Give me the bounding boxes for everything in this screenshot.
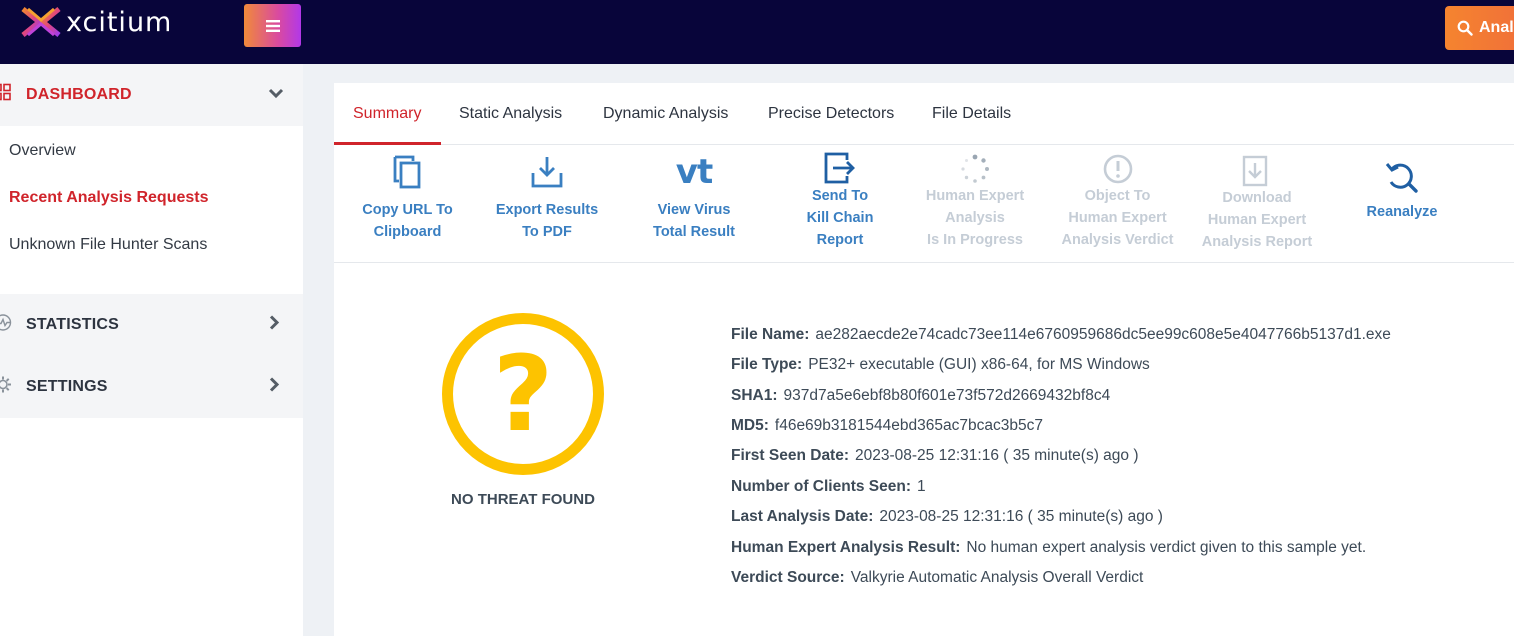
reanalyze-label: Reanalyze [1366,204,1438,220]
download-file-icon [1242,155,1268,187]
sidebar-dashboard-label: DASHBOARD [26,86,132,103]
export-pdf-button[interactable]: Export Results To PDF [492,153,602,243]
verdict-label: NO THREAT FOUND [451,491,595,508]
grid-icon [0,83,12,107]
info-number-of-clients: Number of Clients Seen: 1 [731,478,926,495]
info-first-seen-date: First Seen Date: 2023-08-25 12:31:16 ( 35… [731,447,1139,464]
tab-dynamic-analysis[interactable]: Dynamic Analysis [603,105,728,123]
view-virus-total-label: View Virus Total Result [653,202,735,240]
download-expert-report-label: Download Human Expert Analysis Report [1201,190,1313,250]
reanalyze-button[interactable]: Reanalyze [1352,159,1452,223]
sidebar: DASHBOARD Overview Recent Analysis Reque… [0,64,303,636]
analyze-button[interactable]: Anal [1445,6,1514,50]
sidebar-statistics-label: STATISTICS [26,316,119,333]
info-md5: MD5: f46e69b3181544ebd365ac7bcac3b5c7 [731,417,1043,434]
info-human-expert-result: Human Expert Analysis Result: No human ex… [731,539,1367,556]
sidebar-settings-label: SETTINGS [26,378,108,395]
search-icon [1457,20,1473,36]
top-bar: xcitium Anal [0,0,1514,64]
chevron-right-icon [268,377,280,398]
object-to-verdict-label: Object To Human Expert Analysis Verdict [1061,188,1174,248]
info-sha1: SHA1: 937d7a5e6ebf8b80f601e73f572d2669432… [731,387,1111,404]
copy-icon [393,155,420,189]
xcitium-logo-icon [21,7,61,37]
human-expert-analysis-label: Human Expert Analysis Is In Progress [925,188,1025,248]
alert-circle-icon [1103,154,1132,184]
reanalyze-icon [1385,163,1418,193]
info-verdict-source: Verdict Source: Valkyrie Automatic Analys… [731,569,1144,586]
copy-url-button[interactable]: Copy URL To Clipboard [354,153,461,243]
info-file-name: File Name: ae282aecde2e74cadc73ee114e6760… [731,326,1391,343]
human-expert-analysis-status: Human Expert Analysis Is In Progress [914,153,1036,251]
sidebar-item-overview[interactable]: Overview [9,142,76,160]
logo[interactable]: xcitium [18,4,172,40]
tab-precise-detectors[interactable]: Precise Detectors [768,105,894,123]
analyze-button-label: Anal [1479,19,1514,36]
download-icon [531,157,563,188]
view-virus-total-button[interactable]: vt View Virus Total Result [639,153,749,243]
info-file-type: File Type: PE32+ executable (GUI) x86-64,… [731,356,1150,373]
send-to-kill-chain-label: Send To Kill Chain Report [806,188,874,248]
tab-bar: Summary Static Analysis Dynamic Analysis… [334,83,1514,145]
spinner-icon [961,154,989,183]
chevron-right-icon [268,315,280,336]
pulse-icon [0,314,12,337]
send-arrow-icon [824,152,855,184]
sidebar-item-recent-analysis-requests[interactable]: Recent Analysis Requests [9,189,208,207]
logo-text: xcitium [66,6,173,38]
gear-icon [0,376,12,399]
menu-toggle-button[interactable] [244,4,301,47]
sidebar-item-unknown-file-hunter-scans[interactable]: Unknown File Hunter Scans [9,236,207,254]
tab-summary[interactable]: Summary [353,105,421,123]
question-mark-icon: ? [492,333,554,455]
action-toolbar: Copy URL To Clipboard Export Results To … [334,145,1514,263]
hamburger-icon [265,19,280,32]
download-expert-report-button[interactable]: Download Human Expert Analysis Report [1196,155,1318,253]
send-to-kill-chain-button[interactable]: Send To Kill Chain Report [790,151,890,251]
tab-file-details[interactable]: File Details [932,105,1011,123]
chevron-down-icon [268,86,284,104]
export-pdf-label: Export Results To PDF [495,202,599,240]
info-last-analysis-date: Last Analysis Date: 2023-08-25 12:31:16 (… [731,508,1163,525]
sidebar-section-statistics[interactable]: STATISTICS [0,294,303,356]
tab-static-analysis[interactable]: Static Analysis [459,105,562,123]
sidebar-section-dashboard[interactable]: DASHBOARD [0,64,303,126]
virustotal-icon: vt [675,152,713,192]
main-panel: Summary Static Analysis Dynamic Analysis… [334,83,1514,636]
object-to-verdict-button[interactable]: Object To Human Expert Analysis Verdict [1054,153,1181,251]
copy-url-label: Copy URL To Clipboard [362,202,453,240]
sidebar-section-settings[interactable]: SETTINGS [0,356,303,418]
verdict-indicator: ? [442,313,604,475]
